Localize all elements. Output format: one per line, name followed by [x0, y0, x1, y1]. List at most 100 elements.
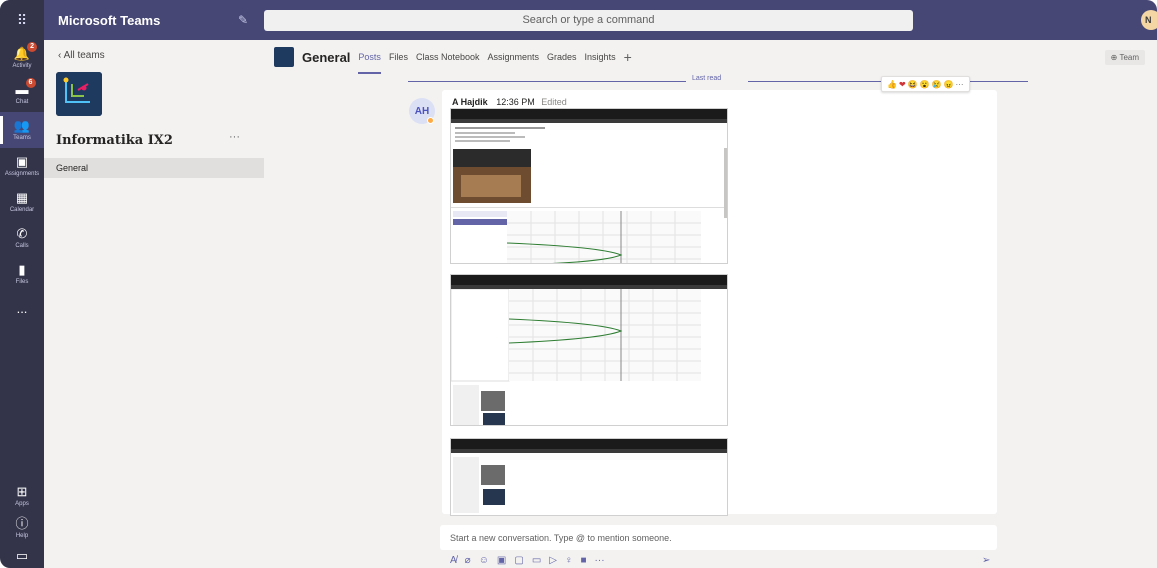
praise-icon[interactable]: ♀ — [565, 555, 573, 566]
search-input[interactable]: Search or type a command — [264, 9, 913, 31]
rail-item-calls[interactable]: ✆ Calls — [0, 220, 44, 256]
screenshot-window-bar — [451, 275, 727, 285]
add-tab-icon[interactable]: + — [624, 49, 632, 65]
divider-line — [408, 81, 686, 82]
team-name: Informatika IX2 — [56, 133, 173, 148]
rail-label: Help — [15, 533, 29, 539]
sticker-icon[interactable]: ▢ — [514, 555, 523, 566]
app-rail: 🔔 2 Activity ▬ 6 Chat 👥 Teams ▣ Assignment… — [0, 40, 44, 568]
compose-box[interactable]: Start a new conversation. Type @ to ment… — [440, 525, 997, 550]
rail-item-help[interactable]: ⓘ Help — [0, 510, 44, 546]
rail-label: Activity — [12, 63, 32, 69]
like-reaction-icon[interactable]: 👍 — [887, 80, 897, 89]
tab-grades[interactable]: Grades — [547, 52, 577, 62]
video-icon[interactable]: ■ — [580, 555, 586, 566]
assignments-icon: ▣ — [15, 154, 29, 169]
rail-item-assignments[interactable]: ▣ Assignments — [0, 148, 44, 184]
stream-icon[interactable]: ▷ — [549, 555, 557, 566]
message-author[interactable]: A Hajdik — [452, 97, 488, 107]
calendar-icon: ▦ — [15, 190, 29, 205]
attached-screenshot-3[interactable] — [450, 438, 728, 516]
tab-posts[interactable]: Posts — [358, 52, 381, 74]
tab-insights[interactable]: Insights — [585, 52, 616, 62]
user-avatar[interactable]: N — [1141, 10, 1157, 30]
rail-item-files[interactable]: ▮ Files — [0, 256, 44, 292]
team-logo-graphic — [56, 72, 102, 116]
teams-icon: 👥 — [13, 118, 31, 133]
screenshot-content — [451, 289, 701, 425]
more-options-icon[interactable]: ··· — [595, 555, 605, 566]
presence-away-icon — [427, 117, 434, 124]
rail-label: Calendar — [9, 207, 35, 213]
screenshot-window-bar — [451, 109, 727, 119]
team-logo[interactable] — [56, 72, 102, 116]
rail-item-apps[interactable]: ⊞ Apps — [0, 478, 44, 514]
chat-badge: 6 — [25, 78, 36, 88]
compose-toolbar: A̸ ⌀ ☺ ▣ ▢ ▭ ▷ ♀ ■ ··· — [450, 555, 613, 566]
app-launcher-icon[interactable]: ⠿ — [0, 0, 44, 40]
rail-label: Teams — [13, 135, 31, 141]
tab-class-notebook[interactable]: Class Notebook — [416, 52, 480, 62]
more-options-icon[interactable]: ··· — [956, 80, 964, 89]
rail-label: Calls — [15, 243, 29, 249]
rail-item-calendar[interactable]: ▦ Calendar — [0, 184, 44, 220]
more-icon: ... — [16, 300, 28, 316]
channel-label: General — [56, 163, 89, 173]
rail-item-activity[interactable]: 🔔 2 Activity — [0, 40, 44, 76]
channel-item-general[interactable]: General — [44, 158, 264, 178]
attach-icon[interactable]: ⌀ — [465, 555, 471, 566]
laugh-reaction-icon[interactable]: 😆 — [908, 80, 918, 89]
bell-icon: 🔔 2 — [14, 42, 38, 60]
attached-screenshot-1[interactable] — [450, 108, 728, 264]
rail-item-download[interactable]: ▭ — [0, 542, 44, 568]
screenshot-window-bar — [451, 439, 727, 449]
channel-team-icon — [274, 47, 294, 67]
meet-now-icon[interactable]: ▭ — [532, 555, 541, 566]
apps-icon: ⊞ — [16, 484, 28, 499]
rail-item-teams[interactable]: 👥 Teams — [0, 112, 44, 148]
rail-item-chat[interactable]: ▬ 6 Chat — [0, 76, 44, 112]
message-time: 12:36 PM — [496, 97, 535, 107]
chat-icon: ▬ 6 — [16, 78, 36, 96]
last-read-label: Last read — [692, 75, 722, 82]
attached-screenshot-2[interactable] — [450, 274, 728, 426]
team-more-options-icon[interactable]: ··· — [229, 131, 240, 143]
surprised-reaction-icon[interactable]: 😮 — [920, 80, 930, 89]
files-icon: ▮ — [18, 262, 26, 277]
rail-label: Chat — [15, 99, 29, 105]
title-bar: ⠿ Microsoft Teams ✎ Search or type a com… — [0, 0, 1157, 40]
rail-label: Files — [15, 279, 29, 285]
sad-reaction-icon[interactable]: 😢 — [932, 80, 942, 89]
activity-badge: 2 — [27, 42, 38, 52]
channel-title: General — [302, 49, 351, 65]
channel-main: General Posts Files Class Notebook Assig… — [264, 40, 1157, 568]
new-chat-icon[interactable]: ✎ — [228, 13, 258, 27]
rail-label: Apps — [15, 501, 29, 507]
emoji-icon[interactable]: ☺ — [479, 555, 489, 566]
download-app-icon: ▭ — [15, 547, 29, 563]
all-teams-link[interactable]: ‹ All teams — [58, 50, 105, 61]
heart-reaction-icon[interactable]: ❤ — [899, 80, 906, 89]
message-header: A Hajdik 12:36 PM Edited — [452, 97, 567, 107]
rail-item-more[interactable]: ... — [0, 290, 44, 326]
reaction-bar: 👍 ❤ 😆 😮 😢 😠 ··· — [881, 76, 970, 92]
screenshot-scrollbar — [724, 148, 727, 218]
channel-header: General Posts Files Class Notebook Assig… — [264, 40, 1157, 74]
message-edited: Edited — [541, 97, 567, 107]
format-icon[interactable]: A̸ — [450, 555, 457, 566]
team-panel: ‹ All teams Informatika IX2 ··· General — [44, 40, 264, 568]
tab-assignments[interactable]: Assignments — [488, 52, 540, 62]
team-button[interactable]: ⊕ Team — [1104, 50, 1145, 65]
screenshot-content — [451, 127, 727, 263]
gif-icon[interactable]: ▣ — [497, 555, 506, 566]
rail-label: Assignments — [4, 171, 40, 177]
send-icon[interactable]: ➢ — [982, 555, 990, 566]
compose-placeholder: Start a new conversation. Type @ to ment… — [450, 532, 672, 543]
help-icon: ⓘ — [15, 516, 29, 531]
screenshot-content — [453, 457, 505, 513]
app-title: Microsoft Teams — [58, 12, 161, 28]
tab-files[interactable]: Files — [389, 52, 408, 62]
all-teams-label: All teams — [63, 50, 105, 61]
angry-reaction-icon[interactable]: 😠 — [944, 80, 954, 89]
phone-icon: ✆ — [16, 226, 28, 241]
